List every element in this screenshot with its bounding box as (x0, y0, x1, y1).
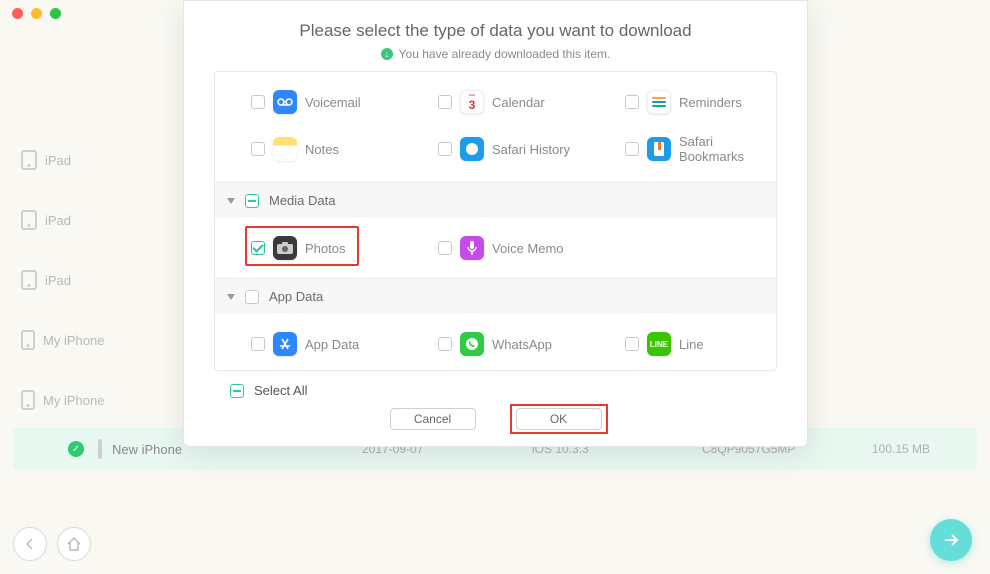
item-line[interactable]: LINE Line (589, 322, 776, 366)
close-window-icon[interactable] (12, 8, 23, 19)
cancel-button[interactable]: Cancel (390, 408, 476, 430)
item-label: WhatsApp (492, 337, 552, 352)
phone-icon (21, 390, 35, 410)
whatsapp-icon (460, 332, 484, 356)
item-label: Calendar (492, 95, 545, 110)
device-sidebar: iPad iPad iPad My iPhone My iPhone (13, 130, 193, 430)
item-safari-history[interactable]: Safari History (402, 124, 589, 174)
backup-size: 100.15 MB (872, 442, 990, 456)
checkbox[interactable] (438, 95, 452, 109)
phone-icon (98, 439, 102, 459)
data-type-modal: Please select the type of data you want … (183, 0, 808, 447)
microphone-icon (460, 236, 484, 260)
device-row-phone[interactable]: My iPhone (13, 370, 193, 430)
item-label: Safari History (492, 142, 570, 157)
modal-subtitle-text: You have already downloaded this item. (399, 47, 611, 61)
checkbox[interactable] (625, 337, 639, 351)
camera-icon (273, 236, 297, 260)
line-icon: LINE (647, 332, 671, 356)
zoom-window-icon[interactable] (50, 8, 61, 19)
chevron-down-icon (227, 198, 235, 204)
appstore-icon (273, 332, 297, 356)
phone-icon (21, 330, 35, 350)
tablet-icon (21, 150, 37, 170)
item-label: Line (679, 337, 704, 352)
checkbox[interactable] (625, 95, 639, 109)
item-voice-memo[interactable]: Voice Memo (402, 226, 589, 270)
item-safari-bookmarks[interactable]: Safari Bookmarks (589, 124, 776, 174)
modal-title: Please select the type of data you want … (214, 21, 777, 41)
check-icon: ✓ (68, 441, 84, 457)
modal-subtitle: ↓ You have already downloaded this item. (214, 47, 777, 61)
device-row-phone[interactable]: My iPhone (13, 310, 193, 370)
ok-button[interactable]: OK (516, 408, 602, 430)
device-label: My iPhone (43, 333, 104, 348)
data-type-list: Voicemail ••• 3 Calendar Reminders (214, 71, 777, 371)
home-button[interactable] (57, 527, 91, 561)
safari-icon (460, 137, 484, 161)
checkbox[interactable] (438, 142, 452, 156)
item-label: Reminders (679, 95, 742, 110)
tablet-icon (21, 210, 37, 230)
device-row-ipad[interactable]: iPad (13, 190, 193, 250)
back-button[interactable] (13, 527, 47, 561)
item-label: Safari Bookmarks (679, 134, 762, 164)
item-label: App Data (305, 337, 359, 352)
bookmarks-icon (647, 137, 671, 161)
item-label: Notes (305, 142, 339, 157)
minimize-window-icon[interactable] (31, 8, 42, 19)
device-row-ipad[interactable]: iPad (13, 250, 193, 310)
downloaded-icon: ↓ (381, 48, 393, 60)
section-media-data[interactable]: Media Data (215, 182, 776, 218)
item-voicemail[interactable]: Voicemail (215, 80, 402, 124)
section-checkbox[interactable] (245, 290, 259, 304)
window-controls (12, 8, 61, 19)
item-label: Voicemail (305, 95, 361, 110)
item-label: Photos (305, 241, 345, 256)
device-label: iPad (45, 153, 71, 168)
item-photos[interactable]: Photos (215, 226, 402, 270)
device-label: My iPhone (43, 393, 104, 408)
notes-icon (273, 137, 297, 161)
reminders-icon (647, 90, 671, 114)
device-row-ipad[interactable]: iPad (13, 130, 193, 190)
chevron-down-icon (227, 294, 235, 300)
item-reminders[interactable]: Reminders (589, 80, 776, 124)
footer-nav (13, 527, 91, 561)
item-notes[interactable]: Notes (215, 124, 402, 174)
home-icon (66, 536, 82, 552)
item-label: Voice Memo (492, 241, 564, 256)
section-checkbox[interactable] (245, 194, 259, 208)
item-app-data[interactable]: App Data (215, 322, 402, 366)
voicemail-icon (273, 90, 297, 114)
section-title: Media Data (269, 193, 335, 208)
checkbox[interactable] (251, 142, 265, 156)
checkbox[interactable] (625, 142, 639, 156)
next-button[interactable] (930, 519, 972, 561)
device-label: iPad (45, 273, 71, 288)
select-all-label: Select All (254, 383, 307, 398)
tablet-icon (21, 270, 37, 290)
checkbox[interactable] (251, 95, 265, 109)
select-all-checkbox[interactable] (230, 384, 244, 398)
checkbox[interactable] (438, 337, 452, 351)
calendar-icon: ••• 3 (460, 90, 484, 114)
section-app-data[interactable]: App Data (215, 278, 776, 314)
item-whatsapp[interactable]: WhatsApp (402, 322, 589, 366)
arrow-left-icon (22, 536, 38, 552)
checkbox[interactable] (438, 241, 452, 255)
device-label: iPad (45, 213, 71, 228)
arrow-right-icon (941, 530, 961, 550)
select-all-row[interactable]: Select All (214, 383, 777, 398)
checkbox[interactable] (251, 241, 265, 255)
checkbox[interactable] (251, 337, 265, 351)
item-calendar[interactable]: ••• 3 Calendar (402, 80, 589, 124)
section-title: App Data (269, 289, 323, 304)
